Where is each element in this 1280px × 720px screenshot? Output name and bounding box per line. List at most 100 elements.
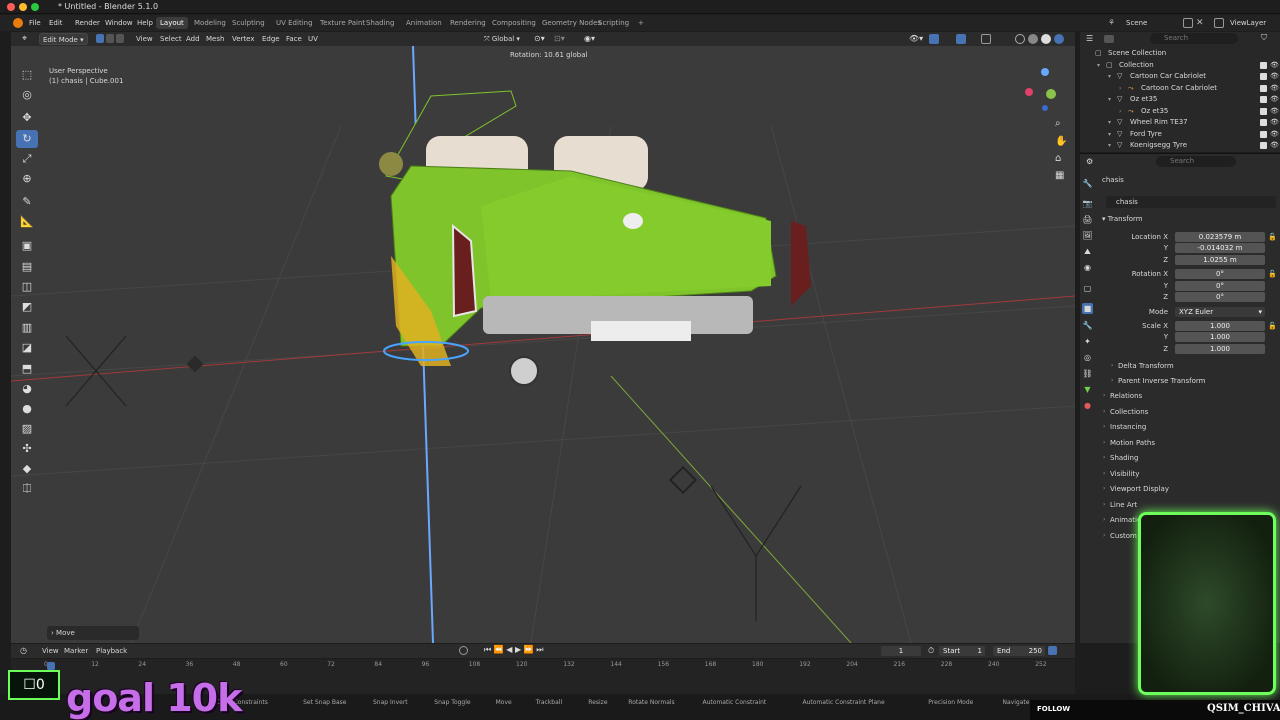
tool-tab-icon[interactable]: 🔧 [1082, 178, 1093, 189]
outliner-row[interactable]: ▾ ▽ Wheel Rim TE37 👁 [1080, 117, 1280, 128]
workspace-tab-animation[interactable]: Animation [402, 17, 446, 29]
nav-gizmo-y[interactable] [1046, 89, 1056, 99]
minimize-window-button[interactable] [19, 3, 27, 11]
visibility-checkbox-icon[interactable] [1260, 84, 1267, 92]
scale-y-field[interactable]: 1.000 [1175, 332, 1265, 342]
properties-search-input[interactable]: Search [1156, 156, 1236, 167]
play-reverse-icon[interactable]: ◀ [506, 645, 512, 654]
section-motion-paths[interactable]: Motion Paths [1110, 437, 1155, 449]
new-scene-icon[interactable] [1183, 18, 1193, 28]
transform-header[interactable]: ▾ Transform [1102, 214, 1143, 224]
viewport-menu-view[interactable]: View [133, 33, 156, 45]
nav-gizmo-x[interactable] [1025, 88, 1033, 96]
eye-icon[interactable]: 👁 [1270, 117, 1279, 128]
workspace-tab-modeling[interactable]: Modeling [190, 17, 230, 29]
object-name-field[interactable]: chasis [1106, 196, 1276, 208]
blender-logo-icon[interactable] [13, 18, 23, 28]
workspace-tab-sculpting[interactable]: Sculpting [228, 17, 269, 29]
last-operator-panel[interactable]: › Move [47, 626, 139, 640]
menu-file[interactable]: File [26, 18, 44, 28]
outliner-row[interactable]: ▢ Scene Collection [1080, 48, 1280, 59]
outliner-row[interactable]: ▾ ▽ Cartoon Car Cabriolet 👁 [1080, 71, 1280, 82]
filter-icon[interactable]: ⛉ [1261, 33, 1267, 43]
perspective-toggle-icon[interactable]: ▦ [1055, 170, 1064, 181]
cursor-tool-icon[interactable]: ◎ [16, 86, 38, 104]
eye-icon[interactable]: 👁 [1270, 129, 1279, 140]
outliner-row[interactable]: › ⤳ Oz et35 👁 [1080, 106, 1280, 117]
nav-gizmo-neg-z[interactable] [1042, 105, 1048, 111]
viewport-menu-face[interactable]: Face [283, 33, 305, 45]
eye-icon[interactable]: 👁 [1270, 71, 1279, 82]
add-cube-tool-icon[interactable]: ▣ [16, 237, 38, 255]
view-layer-tab-icon[interactable]: 🖼 [1082, 230, 1093, 241]
timeline-menu-view[interactable]: View [39, 645, 62, 657]
subsection-delta-transform[interactable]: Delta Transform [1118, 360, 1174, 372]
outliner-editor-icon[interactable]: ☰ [1086, 34, 1093, 43]
section-line-art[interactable]: Line Art [1110, 499, 1137, 511]
workspace-tab-shading[interactable]: Shading [362, 17, 398, 29]
rotation-z-field[interactable]: 0° [1175, 292, 1265, 302]
data-tab-icon[interactable]: ▼ [1082, 384, 1093, 395]
knife-tool-icon[interactable]: ◪ [16, 339, 38, 357]
snap-icon[interactable]: ⊡▾ [551, 33, 568, 45]
overlay-toggle-icon[interactable] [956, 34, 966, 44]
edge-slide-tool-icon[interactable]: ▨ [16, 420, 38, 438]
editor-type-icon[interactable]: ⌖ [19, 33, 30, 45]
object-type-visibility-icon[interactable]: 👁▾ [906, 33, 926, 45]
menu-help[interactable]: Help [134, 18, 156, 28]
child-arrow-icon[interactable]: › [1119, 106, 1121, 117]
world-tab-icon[interactable]: ◉ [1082, 262, 1093, 273]
viewport-menu-uv[interactable]: UV [305, 33, 321, 45]
jump-start-icon[interactable]: ⏮ [484, 645, 491, 654]
expand-arrow-icon[interactable]: ▾ [1097, 60, 1100, 71]
section-visibility[interactable]: Visibility [1110, 468, 1139, 480]
timeline-editor-icon[interactable]: ◷ [17, 645, 30, 657]
end-frame-field[interactable]: End 250 [993, 646, 1045, 656]
eye-icon[interactable]: 👁 [1270, 94, 1279, 105]
solid-shading-icon[interactable] [1028, 34, 1038, 44]
physics-tab-icon[interactable]: ◎ [1082, 352, 1093, 363]
current-frame-field[interactable]: 1 [881, 646, 921, 656]
properties-editor-icon[interactable]: ⚙ [1086, 157, 1093, 166]
vertex-select-icon[interactable] [96, 34, 104, 43]
pan-hand-icon[interactable]: ✋ [1055, 136, 1067, 147]
modifier-tab-icon[interactable]: 🔧 [1082, 320, 1093, 331]
scene-icon[interactable]: ⚘ [1108, 18, 1120, 28]
viewport-menu-select[interactable]: Select [157, 33, 185, 45]
section-relations[interactable]: Relations [1110, 390, 1142, 402]
eye-icon[interactable]: 👁 [1270, 83, 1279, 94]
outliner-row[interactable]: ▾ ▢ Collection 👁 [1080, 60, 1280, 71]
workspace-tab-layout[interactable]: Layout [156, 17, 188, 29]
pivot-icon[interactable]: ⊙▾ [531, 33, 548, 45]
outliner-search-input[interactable]: Search [1150, 33, 1238, 44]
expand-arrow-icon[interactable]: ▾ [1108, 140, 1111, 151]
mode-selector[interactable]: Edit Mode ▾ [39, 33, 88, 45]
timeline-menu-marker[interactable]: Marker [61, 645, 91, 657]
shrink-fatten-tool-icon[interactable]: ✣ [16, 440, 38, 458]
select-box-tool-icon[interactable]: ⬚ [16, 66, 38, 84]
output-tab-icon[interactable]: 🖨 [1082, 214, 1093, 225]
timeline-menu-playback[interactable]: Playback [93, 645, 130, 657]
eye-icon[interactable]: 👁 [1270, 140, 1279, 151]
viewport-menu-edge[interactable]: Edge [259, 33, 283, 45]
camera-view-icon[interactable]: ⌂ [1055, 153, 1061, 164]
add-workspace-button[interactable]: + [634, 17, 648, 29]
measure-tool-icon[interactable]: 📐 [16, 213, 38, 231]
expand-arrow-icon[interactable]: ▾ [1108, 117, 1111, 128]
extrude-tool-icon[interactable]: ▤ [16, 258, 38, 276]
subsection-parent-inverse-transform[interactable]: Parent Inverse Transform [1118, 375, 1205, 387]
eye-icon[interactable]: 👁 [1270, 106, 1279, 117]
expand-arrow-icon[interactable]: ▾ [1108, 71, 1111, 82]
rotation-y-field[interactable]: 0° [1175, 281, 1265, 291]
loop-cut-tool-icon[interactable]: ▥ [16, 319, 38, 337]
gizmo-toggle-icon[interactable] [929, 34, 939, 44]
menu-edit[interactable]: Edit [46, 18, 66, 28]
shear-tool-icon[interactable]: ◆ [16, 460, 38, 478]
jump-end-icon[interactable]: ⏭ [536, 645, 543, 654]
material-preview-icon[interactable] [1041, 34, 1051, 44]
face-select-icon[interactable] [116, 34, 124, 43]
visibility-checkbox-icon[interactable] [1260, 130, 1267, 138]
rotation-mode-dropdown[interactable]: XYZ Euler ▾ [1175, 307, 1265, 317]
workspace-tab-rendering[interactable]: Rendering [446, 17, 490, 29]
view-layer-name[interactable]: ViewLayer [1230, 19, 1266, 27]
